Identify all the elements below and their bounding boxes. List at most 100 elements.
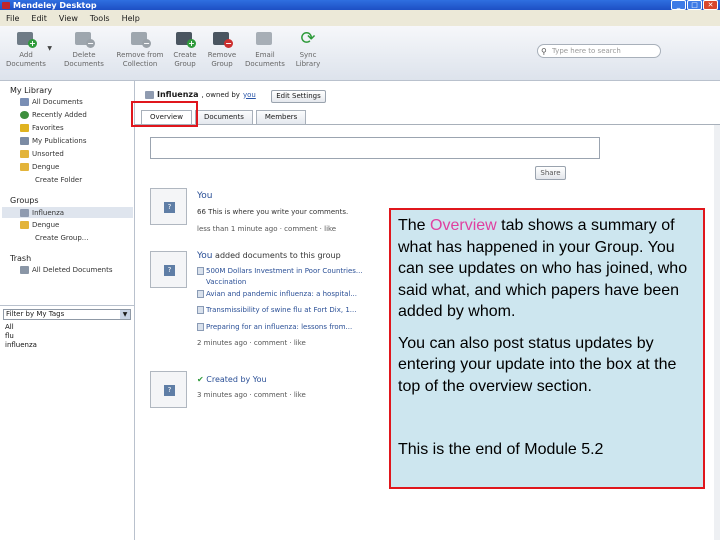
add-documents-label: Add Documents bbox=[6, 51, 46, 68]
menu-view[interactable]: View bbox=[59, 14, 78, 23]
tab-documents[interactable]: Documents bbox=[194, 110, 253, 124]
share-button[interactable]: Share bbox=[535, 166, 566, 180]
feed-meta[interactable]: 2 minutes ago · comment · like bbox=[197, 339, 306, 347]
sidebar-item-label: Unsorted bbox=[32, 150, 64, 158]
feed-author[interactable]: ✔ Created by You bbox=[197, 375, 267, 384]
tutorial-callout: The Overview tab shows a summary of what… bbox=[389, 208, 705, 489]
avatar: ? bbox=[150, 371, 187, 408]
edit-settings-button[interactable]: Edit Settings bbox=[271, 90, 326, 103]
close-button[interactable]: ✕ bbox=[703, 0, 718, 10]
status-update-input[interactable] bbox=[150, 137, 600, 159]
sidebar-item-label: Dengue bbox=[32, 163, 60, 171]
email-documents-label: Email Documents bbox=[245, 51, 285, 68]
document-icon bbox=[197, 290, 204, 298]
feed-meta[interactable]: less than 1 minute ago · comment · like bbox=[197, 225, 336, 233]
minimize-button[interactable]: _ bbox=[671, 0, 686, 10]
sidebar-item-all-deleted[interactable]: All Deleted Documents bbox=[20, 266, 112, 274]
maximize-button[interactable]: □ bbox=[687, 0, 702, 10]
person-icon bbox=[20, 137, 29, 145]
remove-group-label: Remove Group bbox=[207, 51, 237, 68]
add-documents-button[interactable]: + Add Documents ▼ bbox=[4, 30, 52, 69]
chevron-down-icon[interactable]: ▼ bbox=[47, 44, 52, 53]
delete-documents-icon: − bbox=[73, 30, 95, 48]
remove-from-collection-button[interactable]: − Remove from Collection bbox=[116, 30, 164, 69]
feed-meta[interactable]: 3 minutes ago · comment · like bbox=[197, 391, 306, 399]
menu-help[interactable]: Help bbox=[122, 14, 140, 23]
email-documents-button[interactable]: Email Documents bbox=[243, 30, 287, 69]
sidebar: My Library All Documents Recently Added … bbox=[0, 81, 135, 540]
filter-select[interactable]: Filter by My Tags ▼ bbox=[3, 309, 131, 320]
menu-edit[interactable]: Edit bbox=[31, 14, 47, 23]
sidebar-item-label: All Documents bbox=[32, 98, 83, 106]
menu-bar: File Edit View Tools Help bbox=[0, 10, 720, 26]
delete-documents-label: Delete Documents bbox=[64, 51, 104, 68]
add-documents-icon: + bbox=[15, 30, 37, 48]
callout-text: The bbox=[398, 217, 431, 234]
feed-document-link[interactable]: 500M Dollars Investment in Poor Countrie… bbox=[197, 267, 363, 275]
menu-file[interactable]: File bbox=[6, 14, 19, 23]
sidebar-item-all-documents[interactable]: All Documents bbox=[20, 98, 83, 106]
star-icon bbox=[20, 124, 29, 132]
tag-item[interactable]: influenza bbox=[5, 341, 37, 349]
sync-library-button[interactable]: ⟳ Sync Library bbox=[286, 30, 330, 69]
create-group-link[interactable]: Create Group... bbox=[35, 234, 88, 242]
tab-divider bbox=[135, 124, 720, 125]
menu-tools[interactable]: Tools bbox=[90, 14, 110, 23]
sidebar-item-my-publications[interactable]: My Publications bbox=[20, 137, 86, 145]
title-bar: Mendeley Desktop _ □ ✕ bbox=[0, 0, 720, 10]
checkmark-icon: ✔ bbox=[197, 375, 204, 384]
feed-document-link[interactable]: Transmissibility of swine flu at Fort Di… bbox=[197, 306, 356, 314]
my-library-heading: My Library bbox=[10, 86, 53, 95]
tag-item[interactable]: flu bbox=[5, 332, 14, 340]
window-controls: _ □ ✕ bbox=[671, 0, 718, 10]
clock-icon bbox=[20, 111, 29, 119]
group-icon bbox=[20, 208, 29, 217]
document-icon bbox=[197, 306, 204, 314]
feed-document-link[interactable]: Preparing for an influenza: lessons from… bbox=[197, 323, 352, 331]
callout-paragraph-2: You can also post status updates by ente… bbox=[398, 334, 677, 395]
trash-icon bbox=[20, 266, 29, 274]
sidebar-item-dengue[interactable]: Dengue bbox=[20, 163, 59, 171]
sidebar-item-recently-added[interactable]: Recently Added bbox=[20, 111, 87, 119]
feed-document-link[interactable]: Vaccination bbox=[206, 278, 246, 286]
sidebar-item-label: Favorites bbox=[32, 124, 64, 132]
feed-author[interactable]: You bbox=[197, 191, 213, 201]
document-title: Preparing for an influenza: lessons from… bbox=[206, 323, 353, 331]
sidebar-item-favorites[interactable]: Favorites bbox=[20, 124, 64, 132]
avatar: ? bbox=[150, 251, 187, 288]
sidebar-item-dengue-group[interactable]: Dengue bbox=[20, 221, 59, 229]
scrollbar[interactable] bbox=[714, 125, 720, 540]
owner-link[interactable]: you bbox=[243, 91, 256, 99]
window-title: Mendeley Desktop bbox=[13, 0, 97, 10]
tag-filter-panel: Filter by My Tags ▼ All flu influenza bbox=[0, 305, 135, 540]
avatar: ? bbox=[150, 188, 187, 225]
remove-group-button[interactable]: − Remove Group bbox=[200, 30, 244, 69]
delete-documents-button[interactable]: − Delete Documents bbox=[62, 30, 106, 69]
tab-members[interactable]: Members bbox=[255, 110, 307, 124]
email-documents-icon bbox=[254, 30, 276, 48]
sidebar-item-influenza[interactable]: Influenza bbox=[2, 207, 133, 218]
search-input[interactable]: ⚲ Type here to search bbox=[537, 44, 661, 58]
groups-heading: Groups bbox=[10, 196, 39, 205]
folder-icon bbox=[20, 221, 29, 229]
sidebar-item-label: All Deleted Documents bbox=[32, 266, 113, 274]
sidebar-item-label: Recently Added bbox=[32, 111, 87, 119]
group-icon bbox=[145, 90, 154, 99]
document-title: Avian and pandemic influenza: a hospital… bbox=[206, 290, 358, 298]
chevron-down-icon: ▼ bbox=[120, 310, 130, 319]
feed-action-text: added documents to this group bbox=[212, 251, 341, 260]
remove-from-collection-label: Remove from Collection bbox=[116, 51, 164, 68]
tag-item[interactable]: All bbox=[5, 323, 14, 331]
feed-author-name[interactable]: You bbox=[197, 251, 213, 261]
create-folder-link[interactable]: Create Folder bbox=[35, 176, 82, 184]
remove-group-icon: − bbox=[211, 30, 233, 48]
feed-document-link[interactable]: Avian and pandemic influenza: a hospital… bbox=[197, 290, 357, 298]
sidebar-item-unsorted[interactable]: Unsorted bbox=[20, 150, 64, 158]
folder-icon bbox=[20, 163, 29, 171]
sidebar-item-label: Create Group... bbox=[35, 234, 89, 242]
avatar-placeholder-icon: ? bbox=[164, 202, 175, 213]
sidebar-item-label: Influenza bbox=[32, 208, 65, 217]
feed-comment: 66 This is where you write your comments… bbox=[197, 208, 349, 216]
search-placeholder: Type here to search bbox=[552, 47, 621, 55]
documents-icon bbox=[20, 98, 29, 106]
